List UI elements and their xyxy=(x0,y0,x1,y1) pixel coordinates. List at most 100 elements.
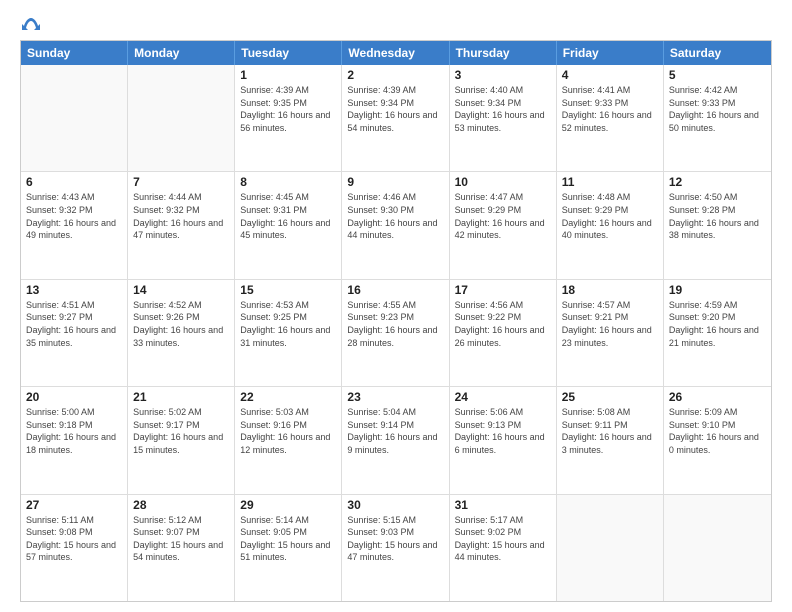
calendar-cell: 18Sunrise: 4:57 AM Sunset: 9:21 PM Dayli… xyxy=(557,280,664,386)
calendar-cell: 13Sunrise: 4:51 AM Sunset: 9:27 PM Dayli… xyxy=(21,280,128,386)
calendar-cell: 14 Sunrise: 4:52 AM Sunset: 9:26 PM Dayli… xyxy=(128,280,235,386)
day-info: Sunrise: 4:56 AM Sunset: 9:22 PM Dayligh… xyxy=(455,299,551,349)
day-info: Sunrise: 5:08 AM Sunset: 9:11 PM Dayligh… xyxy=(562,406,658,456)
day-info: Sunrise: 4:51 AM Sunset: 9:27 PM Dayligh… xyxy=(26,299,122,349)
day-info: Sunrise: 4:40 AM Sunset: 9:34 PM Dayligh… xyxy=(455,84,551,134)
day-number: 14 xyxy=(133,283,229,297)
day-number: 18 xyxy=(562,283,658,297)
calendar-cell: 16 Sunrise: 4:55 AM Sunset: 9:23 PM Dayli… xyxy=(342,280,449,386)
day-info: Sunrise: 4:52 AM Sunset: 9:26 PM Dayligh… xyxy=(133,299,229,349)
day-info: Sunrise: 4:48 AM Sunset: 9:29 PM Dayligh… xyxy=(562,191,658,241)
day-info: Sunrise: 5:02 AM Sunset: 9:17 PM Dayligh… xyxy=(133,406,229,456)
day-info: Sunrise: 5:14 AM Sunset: 9:05 PM Dayligh… xyxy=(240,514,336,564)
calendar-body: 1 Sunrise: 4:39 AM Sunset: 9:35 PM Daylig… xyxy=(21,65,771,601)
calendar-cell: 25 Sunrise: 5:08 AM Sunset: 9:11 PM Dayli… xyxy=(557,387,664,493)
calendar-cell: 24 Sunrise: 5:06 AM Sunset: 9:13 PM Dayli… xyxy=(450,387,557,493)
calendar-cell: 7 Sunrise: 4:44 AM Sunset: 9:32 PM Daylig… xyxy=(128,172,235,278)
calendar-cell: 28 Sunrise: 5:12 AM Sunset: 9:07 PM Dayli… xyxy=(128,495,235,601)
day-info: Sunrise: 5:09 AM Sunset: 9:10 PM Dayligh… xyxy=(669,406,766,456)
calendar-cell: 23 Sunrise: 5:04 AM Sunset: 9:14 PM Dayli… xyxy=(342,387,449,493)
calendar-week-3: 20Sunrise: 5:00 AM Sunset: 9:18 PM Dayli… xyxy=(21,387,771,494)
calendar-cell xyxy=(664,495,771,601)
calendar-cell: 2Sunrise: 4:39 AM Sunset: 9:34 PM Daylig… xyxy=(342,65,449,171)
calendar-cell: 1 Sunrise: 4:39 AM Sunset: 9:35 PM Daylig… xyxy=(235,65,342,171)
page: SundayMondayTuesdayWednesdayThursdayFrid… xyxy=(0,0,792,612)
day-info: Sunrise: 4:53 AM Sunset: 9:25 PM Dayligh… xyxy=(240,299,336,349)
day-info: Sunrise: 5:17 AM Sunset: 9:02 PM Dayligh… xyxy=(455,514,551,564)
calendar-header-cell: Thursday xyxy=(450,41,557,65)
logo-wave-icon xyxy=(22,16,40,34)
calendar-header-cell: Saturday xyxy=(664,41,771,65)
day-number: 4 xyxy=(562,68,658,82)
day-info: Sunrise: 4:44 AM Sunset: 9:32 PM Dayligh… xyxy=(133,191,229,241)
day-number: 26 xyxy=(669,390,766,404)
calendar-week-0: 1 Sunrise: 4:39 AM Sunset: 9:35 PM Daylig… xyxy=(21,65,771,172)
calendar-week-1: 6Sunrise: 4:43 AM Sunset: 9:32 PM Daylig… xyxy=(21,172,771,279)
calendar-cell: 22 Sunrise: 5:03 AM Sunset: 9:16 PM Dayli… xyxy=(235,387,342,493)
day-number: 17 xyxy=(455,283,551,297)
calendar-header-cell: Sunday xyxy=(21,41,128,65)
calendar-header-cell: Friday xyxy=(557,41,664,65)
day-info: Sunrise: 5:11 AM Sunset: 9:08 PM Dayligh… xyxy=(26,514,122,564)
logo xyxy=(20,16,40,32)
calendar-cell xyxy=(21,65,128,171)
day-number: 5 xyxy=(669,68,766,82)
header xyxy=(20,16,772,32)
day-info: Sunrise: 5:04 AM Sunset: 9:14 PM Dayligh… xyxy=(347,406,443,456)
day-info: Sunrise: 4:39 AM Sunset: 9:35 PM Dayligh… xyxy=(240,84,336,134)
day-info: Sunrise: 5:00 AM Sunset: 9:18 PM Dayligh… xyxy=(26,406,122,456)
calendar-cell: 4Sunrise: 4:41 AM Sunset: 9:33 PM Daylig… xyxy=(557,65,664,171)
calendar-header-cell: Monday xyxy=(128,41,235,65)
day-info: Sunrise: 5:03 AM Sunset: 9:16 PM Dayligh… xyxy=(240,406,336,456)
calendar-week-2: 13Sunrise: 4:51 AM Sunset: 9:27 PM Dayli… xyxy=(21,280,771,387)
day-number: 25 xyxy=(562,390,658,404)
calendar-cell xyxy=(128,65,235,171)
day-number: 19 xyxy=(669,283,766,297)
day-number: 29 xyxy=(240,498,336,512)
day-info: Sunrise: 5:15 AM Sunset: 9:03 PM Dayligh… xyxy=(347,514,443,564)
calendar-cell: 15 Sunrise: 4:53 AM Sunset: 9:25 PM Dayli… xyxy=(235,280,342,386)
day-number: 22 xyxy=(240,390,336,404)
calendar-cell: 26 Sunrise: 5:09 AM Sunset: 9:10 PM Dayli… xyxy=(664,387,771,493)
calendar-cell: 21 Sunrise: 5:02 AM Sunset: 9:17 PM Dayli… xyxy=(128,387,235,493)
day-number: 23 xyxy=(347,390,443,404)
day-number: 8 xyxy=(240,175,336,189)
day-number: 11 xyxy=(562,175,658,189)
calendar-header-cell: Tuesday xyxy=(235,41,342,65)
day-info: Sunrise: 4:46 AM Sunset: 9:30 PM Dayligh… xyxy=(347,191,443,241)
day-info: Sunrise: 5:06 AM Sunset: 9:13 PM Dayligh… xyxy=(455,406,551,456)
day-info: Sunrise: 4:50 AM Sunset: 9:28 PM Dayligh… xyxy=(669,191,766,241)
day-info: Sunrise: 4:59 AM Sunset: 9:20 PM Dayligh… xyxy=(669,299,766,349)
calendar-cell: 29 Sunrise: 5:14 AM Sunset: 9:05 PM Dayli… xyxy=(235,495,342,601)
day-info: Sunrise: 4:39 AM Sunset: 9:34 PM Dayligh… xyxy=(347,84,443,134)
calendar-cell: 6Sunrise: 4:43 AM Sunset: 9:32 PM Daylig… xyxy=(21,172,128,278)
day-number: 30 xyxy=(347,498,443,512)
calendar-cell: 19 Sunrise: 4:59 AM Sunset: 9:20 PM Dayli… xyxy=(664,280,771,386)
day-number: 1 xyxy=(240,68,336,82)
calendar-cell xyxy=(557,495,664,601)
day-number: 31 xyxy=(455,498,551,512)
day-info: Sunrise: 4:47 AM Sunset: 9:29 PM Dayligh… xyxy=(455,191,551,241)
calendar-cell: 8Sunrise: 4:45 AM Sunset: 9:31 PM Daylig… xyxy=(235,172,342,278)
calendar-cell: 17 Sunrise: 4:56 AM Sunset: 9:22 PM Dayli… xyxy=(450,280,557,386)
day-number: 24 xyxy=(455,390,551,404)
day-number: 15 xyxy=(240,283,336,297)
calendar-cell: 11 Sunrise: 4:48 AM Sunset: 9:29 PM Dayli… xyxy=(557,172,664,278)
day-number: 6 xyxy=(26,175,122,189)
day-info: Sunrise: 4:55 AM Sunset: 9:23 PM Dayligh… xyxy=(347,299,443,349)
day-number: 16 xyxy=(347,283,443,297)
day-number: 27 xyxy=(26,498,122,512)
day-number: 10 xyxy=(455,175,551,189)
day-info: Sunrise: 4:42 AM Sunset: 9:33 PM Dayligh… xyxy=(669,84,766,134)
day-number: 21 xyxy=(133,390,229,404)
calendar-cell: 30 Sunrise: 5:15 AM Sunset: 9:03 PM Dayli… xyxy=(342,495,449,601)
calendar-cell: 3 Sunrise: 4:40 AM Sunset: 9:34 PM Daylig… xyxy=(450,65,557,171)
day-info: Sunrise: 5:12 AM Sunset: 9:07 PM Dayligh… xyxy=(133,514,229,564)
day-number: 28 xyxy=(133,498,229,512)
calendar-cell: 5 Sunrise: 4:42 AM Sunset: 9:33 PM Daylig… xyxy=(664,65,771,171)
day-number: 7 xyxy=(133,175,229,189)
day-number: 3 xyxy=(455,68,551,82)
calendar-cell: 12Sunrise: 4:50 AM Sunset: 9:28 PM Dayli… xyxy=(664,172,771,278)
calendar-cell: 20Sunrise: 5:00 AM Sunset: 9:18 PM Dayli… xyxy=(21,387,128,493)
calendar-cell: 9Sunrise: 4:46 AM Sunset: 9:30 PM Daylig… xyxy=(342,172,449,278)
